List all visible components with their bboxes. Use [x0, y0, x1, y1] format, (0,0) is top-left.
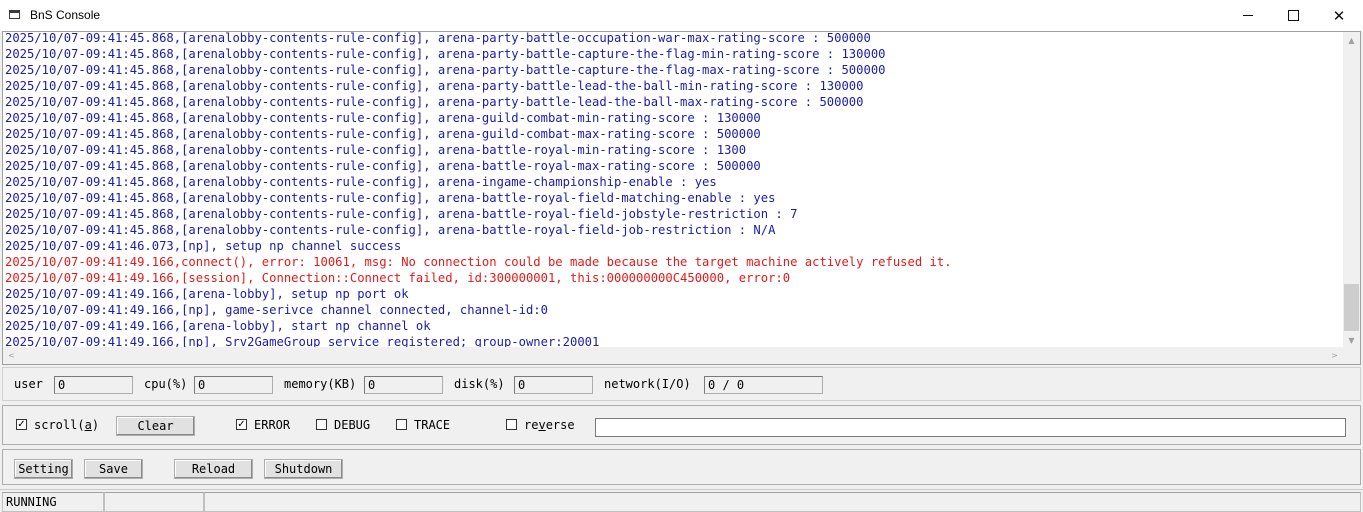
- log-line: 2025/10/07-09:41:45.868,[arenalobby-cont…: [5, 47, 886, 61]
- log-line: 2025/10/07-09:41:45.868,[arenalobby-cont…: [5, 175, 717, 189]
- reverse-label-post: erse: [545, 418, 575, 432]
- vertical-scrollbar[interactable]: ▲ ▼: [1343, 32, 1360, 349]
- network-label: network(I/O): [604, 377, 691, 391]
- log-line: 2025/10/07-09:41:49.166,[arena-lobby], s…: [5, 287, 409, 301]
- network-field: 0 / 0: [704, 376, 823, 394]
- minimize-icon[interactable]: [1225, 0, 1271, 31]
- reverse-label-key: v: [538, 418, 546, 432]
- log-line: 2025/10/07-09:41:45.868,[arenalobby-cont…: [5, 143, 747, 157]
- log-output[interactable]: 2025/10/07-09:41:45.868,[arenalobby-cont…: [2, 31, 1361, 365]
- title-bar: BnS Console ✕: [0, 0, 1363, 31]
- scroll-label-key: a: [84, 418, 92, 432]
- cpu-field: 0: [194, 376, 273, 394]
- reverse-checkbox[interactable]: [506, 419, 517, 430]
- scroll-label-pre: scroll(: [34, 418, 85, 432]
- filter-input[interactable]: [595, 418, 1346, 437]
- log-line: 2025/10/07-09:41:46.073,[np], setup np c…: [5, 239, 402, 253]
- log-line: 2025/10/07-09:41:45.868,[arenalobby-cont…: [5, 223, 776, 237]
- maximize-icon[interactable]: [1270, 0, 1316, 31]
- scroll-right-icon[interactable]: >: [1326, 347, 1343, 364]
- log-line: 2025/10/07-09:41:45.868,[arenalobby-cont…: [5, 63, 886, 77]
- trace-checkbox[interactable]: [396, 419, 407, 430]
- user-label: user: [14, 377, 43, 391]
- scroll-checkbox-label[interactable]: scroll(a): [34, 418, 99, 432]
- memory-label: memory(KB): [284, 377, 357, 391]
- reverse-checkbox-label[interactable]: reverse: [524, 418, 575, 432]
- trace-checkbox-label[interactable]: TRACE: [414, 418, 450, 432]
- log-line: 2025/10/07-09:41:45.868,[arenalobby-cont…: [5, 79, 864, 93]
- error-checkbox[interactable]: ✓: [236, 419, 247, 430]
- log-line: 2025/10/07-09:41:49.166,[np], game-seriv…: [5, 303, 548, 317]
- scroll-corner: [1343, 347, 1360, 364]
- debug-checkbox-label[interactable]: DEBUG: [334, 418, 370, 432]
- scroll-checkbox[interactable]: ✓: [16, 419, 27, 430]
- shutdown-button[interactable]: Shutdown: [264, 459, 343, 479]
- status-cell-2: [104, 492, 204, 512]
- window-title: BnS Console: [30, 8, 101, 22]
- log-line: 2025/10/07-09:41:45.868,[arenalobby-cont…: [5, 95, 864, 109]
- log-line: 2025/10/07-09:41:45.868,[arenalobby-cont…: [5, 127, 761, 141]
- log-line-error: 2025/10/07-09:41:49.166,connect(), error…: [5, 255, 952, 269]
- disk-label: disk(%): [454, 377, 505, 391]
- log-line: 2025/10/07-09:41:45.868,[arenalobby-cont…: [5, 31, 871, 45]
- error-checkbox-label[interactable]: ERROR: [254, 418, 290, 432]
- log-lines: 2025/10/07-09:41:45.868,[arenalobby-cont…: [5, 31, 1343, 350]
- log-line-error: 2025/10/07-09:41:49.166,[session], Conne…: [5, 271, 791, 285]
- reload-button[interactable]: Reload: [174, 459, 253, 479]
- log-line: 2025/10/07-09:41:45.868,[arenalobby-cont…: [5, 207, 798, 221]
- cpu-label: cpu(%): [144, 377, 188, 391]
- clear-button[interactable]: Clear: [116, 416, 195, 436]
- vertical-scroll-thumb[interactable]: [1344, 284, 1359, 331]
- close-icon[interactable]: ✕: [1316, 0, 1362, 31]
- status-state: RUNNING: [2, 492, 104, 512]
- log-line: 2025/10/07-09:41:45.868,[arenalobby-cont…: [5, 191, 776, 205]
- setting-button[interactable]: Setting: [14, 459, 73, 479]
- log-line: 2025/10/07-09:41:45.868,[arenalobby-cont…: [5, 159, 761, 173]
- log-line: 2025/10/07-09:41:49.166,[arena-lobby], s…: [5, 319, 431, 333]
- log-line: 2025/10/07-09:41:45.868,[arenalobby-cont…: [5, 111, 761, 125]
- status-bar: RUNNING: [0, 489, 1363, 512]
- horizontal-scrollbar[interactable]: < >: [3, 347, 1343, 364]
- scroll-up-icon[interactable]: ▲: [1343, 32, 1360, 49]
- status-cell-3: [204, 492, 1361, 512]
- memory-field: 0: [364, 376, 443, 394]
- reverse-label-pre: re: [524, 418, 539, 432]
- scroll-label-post: ): [91, 418, 100, 432]
- save-button[interactable]: Save: [84, 459, 143, 479]
- user-field: 0: [54, 376, 133, 394]
- scroll-left-icon[interactable]: <: [3, 347, 20, 364]
- app-window-icon: [9, 10, 20, 19]
- debug-checkbox[interactable]: [316, 419, 327, 430]
- disk-field: 0: [514, 376, 593, 394]
